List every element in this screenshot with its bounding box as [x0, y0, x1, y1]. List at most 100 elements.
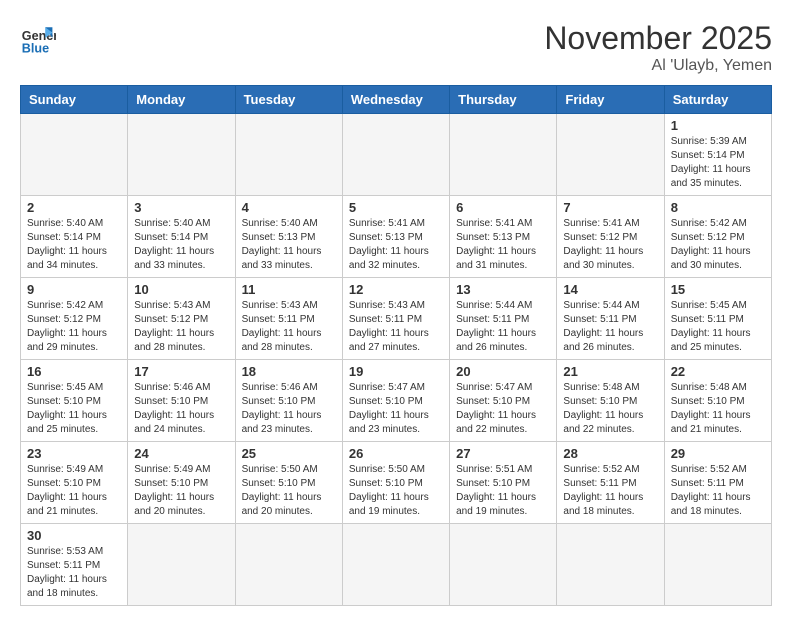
- calendar-cell: [450, 524, 557, 606]
- calendar-cell: 23 Sunrise: 5:49 AM Sunset: 5:10 PM Dayli…: [21, 442, 128, 524]
- day-number: 20: [456, 364, 550, 379]
- col-header-tuesday: Tuesday: [235, 86, 342, 114]
- day-number: 14: [563, 282, 657, 297]
- day-number: 23: [27, 446, 121, 461]
- calendar-cell: 30Sunrise: 5:53 AM Sunset: 5:11 PM Dayli…: [21, 524, 128, 606]
- calendar: SundayMondayTuesdayWednesdayThursdayFrid…: [20, 85, 772, 606]
- calendar-cell: 9Sunrise: 5:42 AM Sunset: 5:12 PM Daylig…: [21, 278, 128, 360]
- day-info: Sunrise: 5:41 AM Sunset: 5:13 PM Dayligh…: [456, 217, 550, 273]
- day-info: Sunrise: 5:43 AM Sunset: 5:12 PM Dayligh…: [134, 299, 228, 355]
- calendar-cell: 21Sunrise: 5:48 AM Sunset: 5:10 PM Dayli…: [557, 360, 664, 442]
- day-info: Sunrise: 5:44 AM Sunset: 5:11 PM Dayligh…: [456, 299, 550, 355]
- calendar-cell: 18Sunrise: 5:46 AM Sunset: 5:10 PM Dayli…: [235, 360, 342, 442]
- day-info: Sunrise: 5:43 AM Sunset: 5:11 PM Dayligh…: [242, 299, 336, 355]
- day-number: 8: [671, 200, 765, 215]
- day-number: 7: [563, 200, 657, 215]
- day-info: Sunrise: 5:49 AM Sunset: 5:10 PM Dayligh…: [27, 463, 121, 519]
- calendar-week-5: 23 Sunrise: 5:49 AM Sunset: 5:10 PM Dayli…: [21, 442, 772, 524]
- day-number: 6: [456, 200, 550, 215]
- col-header-thursday: Thursday: [450, 86, 557, 114]
- day-number: 30: [27, 528, 121, 543]
- day-info: Sunrise: 5:45 AM Sunset: 5:10 PM Dayligh…: [27, 381, 121, 437]
- day-info: Sunrise: 5:41 AM Sunset: 5:13 PM Dayligh…: [349, 217, 443, 273]
- calendar-cell: [342, 114, 449, 196]
- calendar-cell: [128, 524, 235, 606]
- calendar-cell: [235, 524, 342, 606]
- day-number: 2: [27, 200, 121, 215]
- calendar-cell: [450, 114, 557, 196]
- calendar-cell: 11 Sunrise: 5:43 AM Sunset: 5:11 PM Dayli…: [235, 278, 342, 360]
- calendar-cell: [557, 114, 664, 196]
- day-number: 11: [242, 282, 336, 297]
- logo: General Blue: [20, 20, 56, 56]
- day-number: 27: [456, 446, 550, 461]
- calendar-week-4: 16 Sunrise: 5:45 AM Sunset: 5:10 PM Dayli…: [21, 360, 772, 442]
- day-info: Sunrise: 5:46 AM Sunset: 5:10 PM Dayligh…: [242, 381, 336, 437]
- day-number: 16: [27, 364, 121, 379]
- day-number: 17: [134, 364, 228, 379]
- day-info: Sunrise: 5:45 AM Sunset: 5:11 PM Dayligh…: [671, 299, 765, 355]
- day-info: Sunrise: 5:51 AM Sunset: 5:10 PM Dayligh…: [456, 463, 550, 519]
- calendar-week-1: 1Sunrise: 5:39 AM Sunset: 5:14 PM Daylig…: [21, 114, 772, 196]
- calendar-cell: 28Sunrise: 5:52 AM Sunset: 5:11 PM Dayli…: [557, 442, 664, 524]
- location-title: Al 'Ulayb, Yemen: [544, 57, 772, 75]
- day-number: 26: [349, 446, 443, 461]
- day-info: Sunrise: 5:47 AM Sunset: 5:10 PM Dayligh…: [456, 381, 550, 437]
- calendar-cell: 2 Sunrise: 5:40 AM Sunset: 5:14 PM Daylig…: [21, 196, 128, 278]
- day-info: Sunrise: 5:42 AM Sunset: 5:12 PM Dayligh…: [671, 217, 765, 273]
- day-number: 4: [242, 200, 336, 215]
- calendar-cell: 10 Sunrise: 5:43 AM Sunset: 5:12 PM Dayli…: [128, 278, 235, 360]
- calendar-header-row: SundayMondayTuesdayWednesdayThursdayFrid…: [21, 86, 772, 114]
- calendar-cell: 27 Sunrise: 5:51 AM Sunset: 5:10 PM Dayli…: [450, 442, 557, 524]
- day-number: 10: [134, 282, 228, 297]
- day-number: 12: [349, 282, 443, 297]
- day-number: 3: [134, 200, 228, 215]
- calendar-cell: 3 Sunrise: 5:40 AM Sunset: 5:14 PM Daylig…: [128, 196, 235, 278]
- day-info: Sunrise: 5:47 AM Sunset: 5:10 PM Dayligh…: [349, 381, 443, 437]
- calendar-cell: 24Sunrise: 5:49 AM Sunset: 5:10 PM Dayli…: [128, 442, 235, 524]
- col-header-saturday: Saturday: [664, 86, 771, 114]
- calendar-cell: 1Sunrise: 5:39 AM Sunset: 5:14 PM Daylig…: [664, 114, 771, 196]
- col-header-monday: Monday: [128, 86, 235, 114]
- day-number: 5: [349, 200, 443, 215]
- calendar-cell: 14Sunrise: 5:44 AM Sunset: 5:11 PM Dayli…: [557, 278, 664, 360]
- col-header-wednesday: Wednesday: [342, 86, 449, 114]
- calendar-cell: 12 Sunrise: 5:43 AM Sunset: 5:11 PM Dayli…: [342, 278, 449, 360]
- day-info: Sunrise: 5:50 AM Sunset: 5:10 PM Dayligh…: [349, 463, 443, 519]
- col-header-friday: Friday: [557, 86, 664, 114]
- calendar-week-2: 2 Sunrise: 5:40 AM Sunset: 5:14 PM Daylig…: [21, 196, 772, 278]
- day-number: 19: [349, 364, 443, 379]
- calendar-cell: 16 Sunrise: 5:45 AM Sunset: 5:10 PM Dayli…: [21, 360, 128, 442]
- day-info: Sunrise: 5:46 AM Sunset: 5:10 PM Dayligh…: [134, 381, 228, 437]
- calendar-cell: 6 Sunrise: 5:41 AM Sunset: 5:13 PM Daylig…: [450, 196, 557, 278]
- day-number: 1: [671, 118, 765, 133]
- day-number: 22: [671, 364, 765, 379]
- calendar-cell: 4 Sunrise: 5:40 AM Sunset: 5:13 PM Daylig…: [235, 196, 342, 278]
- day-info: Sunrise: 5:41 AM Sunset: 5:12 PM Dayligh…: [563, 217, 657, 273]
- calendar-cell: [557, 524, 664, 606]
- day-number: 9: [27, 282, 121, 297]
- calendar-cell: 13 Sunrise: 5:44 AM Sunset: 5:11 PM Dayli…: [450, 278, 557, 360]
- calendar-cell: 19 Sunrise: 5:47 AM Sunset: 5:10 PM Dayli…: [342, 360, 449, 442]
- calendar-cell: 5 Sunrise: 5:41 AM Sunset: 5:13 PM Daylig…: [342, 196, 449, 278]
- day-info: Sunrise: 5:52 AM Sunset: 5:11 PM Dayligh…: [671, 463, 765, 519]
- day-info: Sunrise: 5:52 AM Sunset: 5:11 PM Dayligh…: [563, 463, 657, 519]
- month-title: November 2025: [544, 20, 772, 57]
- calendar-week-6: 30Sunrise: 5:53 AM Sunset: 5:11 PM Dayli…: [21, 524, 772, 606]
- calendar-cell: [235, 114, 342, 196]
- calendar-week-3: 9Sunrise: 5:42 AM Sunset: 5:12 PM Daylig…: [21, 278, 772, 360]
- title-section: November 2025 Al 'Ulayb, Yemen: [544, 20, 772, 75]
- calendar-cell: 26 Sunrise: 5:50 AM Sunset: 5:10 PM Dayli…: [342, 442, 449, 524]
- day-info: Sunrise: 5:40 AM Sunset: 5:14 PM Dayligh…: [134, 217, 228, 273]
- day-info: Sunrise: 5:49 AM Sunset: 5:10 PM Dayligh…: [134, 463, 228, 519]
- calendar-cell: [128, 114, 235, 196]
- day-number: 13: [456, 282, 550, 297]
- day-info: Sunrise: 5:43 AM Sunset: 5:11 PM Dayligh…: [349, 299, 443, 355]
- calendar-cell: 22 Sunrise: 5:48 AM Sunset: 5:10 PM Dayli…: [664, 360, 771, 442]
- day-number: 29: [671, 446, 765, 461]
- day-info: Sunrise: 5:40 AM Sunset: 5:13 PM Dayligh…: [242, 217, 336, 273]
- day-info: Sunrise: 5:48 AM Sunset: 5:10 PM Dayligh…: [671, 381, 765, 437]
- day-number: 15: [671, 282, 765, 297]
- day-info: Sunrise: 5:40 AM Sunset: 5:14 PM Dayligh…: [27, 217, 121, 273]
- day-info: Sunrise: 5:48 AM Sunset: 5:10 PM Dayligh…: [563, 381, 657, 437]
